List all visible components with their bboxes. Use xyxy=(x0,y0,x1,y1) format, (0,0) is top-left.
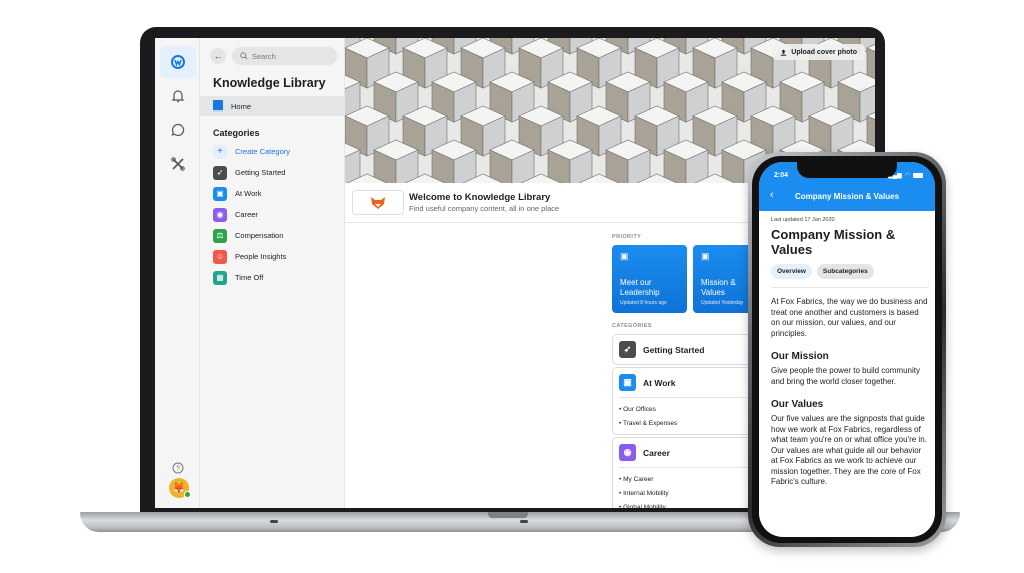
people-icon: ☺ xyxy=(213,249,227,264)
book-icon xyxy=(213,100,223,112)
app-rail: ? 🦊 xyxy=(155,38,200,508)
rail-item-chat[interactable] xyxy=(160,114,196,146)
search-input[interactable] xyxy=(252,51,332,61)
sidebar-item-label: Time Off xyxy=(235,273,264,282)
plus-icon: + xyxy=(213,144,227,159)
sidebar-item-label: Career xyxy=(235,210,258,219)
battery-icon xyxy=(913,173,923,178)
briefcase-icon: ▣ xyxy=(213,186,227,201)
sidebar-item-getting-started[interactable]: ➶ Getting Started xyxy=(200,162,345,183)
calendar-icon: ▦ xyxy=(213,270,227,285)
company-logo xyxy=(352,190,404,215)
laptop-foot xyxy=(270,520,278,523)
sidebar-item-career[interactable]: ◉ Career xyxy=(200,204,345,225)
arrow-left-icon: ← xyxy=(213,51,223,61)
priority-card-title: Meet our Leadership xyxy=(620,278,660,297)
svg-text:?: ? xyxy=(176,466,180,473)
welcome-subtitle: Find useful company content, all in one … xyxy=(409,204,560,213)
category-list: + Create Category ➶ Getting Started ▣ At… xyxy=(200,141,345,288)
sidebar-item-label: Home xyxy=(231,101,252,111)
sidebar-title: Knowledge Library xyxy=(213,76,326,90)
phone-frame: 2:04 ▂▄▆ ◠ ‹ Company Mission & Values La… xyxy=(748,152,946,547)
phone-article: Last updated 17 Jan 2020 Company Mission… xyxy=(771,217,929,488)
rail-item-notifications[interactable] xyxy=(160,80,196,112)
knowledge-library-sidebar: ← Knowledge Library Home Categories + Cr… xyxy=(200,38,345,508)
welcome-title: Welcome to Knowledge Library xyxy=(409,192,551,203)
rocket-icon: ➶ xyxy=(213,165,227,180)
sidebar-item-time-off[interactable]: ▦ Time Off xyxy=(200,267,345,288)
target-icon: ◉ xyxy=(619,444,636,461)
rail-item-home[interactable] xyxy=(160,46,196,78)
online-status-dot xyxy=(184,491,191,498)
mission-text: Give people the power to build community… xyxy=(771,366,920,386)
upload-cover-photo-label: Upload cover photo xyxy=(791,48,857,56)
sidebar-item-label: Compensation xyxy=(235,231,284,240)
sidebar-item-at-work[interactable]: ▣ At Work xyxy=(200,183,345,204)
signal-icon: ▂▄▆ xyxy=(888,173,902,179)
phone-bezel: 2:04 ▂▄▆ ◠ ‹ Company Mission & Values La… xyxy=(752,156,942,543)
target-icon: ◉ xyxy=(213,207,227,222)
tab-subcategories[interactable]: Subcategories xyxy=(816,264,874,279)
category-card-title: Career xyxy=(643,447,670,458)
wifi-icon: ◠ xyxy=(904,173,910,179)
briefcase-icon: ▣ xyxy=(620,251,629,261)
categories-heading: Categories xyxy=(213,128,260,138)
priority-card-title: Mission & Values xyxy=(701,278,736,297)
phone-notch xyxy=(797,162,897,178)
scales-icon: ⚖ xyxy=(213,228,227,243)
tools-icon xyxy=(171,157,185,171)
briefcase-icon: ▣ xyxy=(619,374,636,391)
rail-item-tools[interactable] xyxy=(160,148,196,180)
sidebar-item-label: People Insights xyxy=(235,252,287,261)
upload-cover-photo-button[interactable]: Upload cover photo xyxy=(772,44,865,60)
tab-overview[interactable]: Overview xyxy=(771,264,812,279)
phone-screen: 2:04 ▂▄▆ ◠ ‹ Company Mission & Values La… xyxy=(759,162,935,537)
priority-label: PRIORITY xyxy=(612,234,642,240)
search-bar[interactable] xyxy=(232,47,337,65)
upload-icon xyxy=(781,48,787,56)
rocket-icon: ➶ xyxy=(619,341,636,358)
values-text: Our five values are the signposts that g… xyxy=(771,414,927,486)
sidebar-item-people-insights[interactable]: ☺ People Insights xyxy=(200,246,345,267)
sidebar-item-label: Getting Started xyxy=(235,168,286,177)
create-category-button[interactable]: + Create Category xyxy=(200,141,345,162)
categories-label: CATEGORIES xyxy=(612,323,652,329)
values-heading: Our Values xyxy=(771,399,824,410)
sidebar-item-label: At Work xyxy=(235,189,262,198)
last-updated: Last updated 17 Jan 2020 xyxy=(771,217,835,223)
priority-card-leadership[interactable]: ▣ Meet our Leadership Updated 8 hours ago xyxy=(612,245,687,313)
chat-bubble-icon xyxy=(171,123,185,137)
create-category-label: Create Category xyxy=(235,147,291,156)
mission-heading: Our Mission xyxy=(771,351,829,362)
article-tabs: Overview Subcategories xyxy=(771,264,929,288)
priority-card-updated: Updated Yesterday xyxy=(701,300,744,306)
priority-card-updated: Updated 8 hours ago xyxy=(620,300,667,306)
laptop-foot xyxy=(520,520,528,523)
category-card-title: At Work xyxy=(643,377,676,388)
article-heading: Company Mission & Values xyxy=(771,227,896,257)
back-button[interactable]: ← xyxy=(210,48,226,64)
status-bar-icons: ▂▄▆ ◠ xyxy=(888,172,923,179)
status-bar-time: 2:04 xyxy=(774,172,789,179)
laptop-hinge-notch xyxy=(488,512,528,518)
fox-logo-icon xyxy=(371,196,385,209)
search-icon xyxy=(240,52,248,60)
category-card-title: Getting Started xyxy=(643,344,705,355)
phone-header: 2:04 ▂▄▆ ◠ ‹ Company Mission & Values xyxy=(759,162,935,211)
phone-header-title: Company Mission & Values xyxy=(794,192,900,201)
workplace-logo-icon xyxy=(171,55,185,69)
article-intro: At Fox Fabrics, the way we do business a… xyxy=(771,297,928,338)
sidebar-item-home[interactable]: Home xyxy=(200,96,345,116)
sidebar-item-compensation[interactable]: ⚖ Compensation xyxy=(200,225,345,246)
help-icon: ? xyxy=(172,462,184,474)
bell-icon xyxy=(171,90,185,103)
